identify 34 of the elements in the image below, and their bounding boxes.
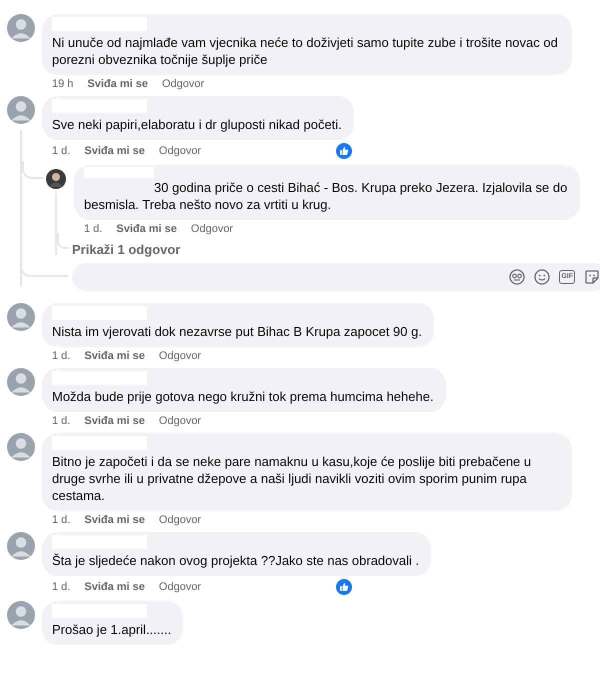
avatar-sticker-icon[interactable]: [509, 269, 526, 285]
comment-time[interactable]: 1 d.: [52, 350, 70, 362]
comment-time[interactable]: 1 d.: [52, 514, 70, 526]
comment-text: Bitno je započeti i da se neke pare namaknu u kasu,koje će poslije biti prebačene u druge svrhe ili u privatne džepove a naši ljudi navikli voziti ovim sporim punim rupa cestama.: [52, 453, 532, 504]
comment-text: Ni unuče od najmlađe vam vjecnika neće to doživjeti samo tupite zube i trošite novac od porezni obveznika točnije šuplje priče: [52, 34, 559, 68]
reply-link[interactable]: Odgovor: [190, 223, 234, 235]
like-link[interactable]: Sviđa mi se: [84, 415, 145, 427]
comment-time[interactable]: 1 d.: [52, 415, 70, 427]
comment-text: Šta je sljedeće nakon ovog projekta ??Jako ste nas obradovali .: [52, 552, 420, 569]
reply-link[interactable]: Odgovor: [158, 145, 202, 157]
like-link[interactable]: Sviđa mi se: [84, 514, 145, 526]
avatar[interactable]: [46, 169, 66, 189]
comment-time[interactable]: 1 d.: [52, 145, 70, 157]
comment-time[interactable]: 1 d.: [52, 581, 70, 593]
sticker-icon[interactable]: [584, 269, 600, 285]
like-link[interactable]: Sviđa mi se: [84, 581, 145, 593]
show-replies-link[interactable]: Prikaži 1 odgovor: [72, 242, 180, 257]
comment-time[interactable]: 19 h: [52, 78, 74, 90]
comment-text: Možda bude prije gotova nego kružni tok prema humcima hehehe.: [52, 388, 434, 405]
reply-link[interactable]: Odgovor: [162, 78, 204, 90]
like-link[interactable]: Sviđa mi se: [84, 145, 145, 157]
reply-link[interactable]: Odgovor: [158, 581, 202, 593]
reply-link[interactable]: Odgovor: [158, 514, 202, 526]
comment-text: 30 godina priče o cesti Bihać - Bos. Krupa preko Jezera. Izjalovila se do besmisla. Treba nešto novo za vrtiti u krug.: [84, 179, 568, 213]
comment-text: Sve neki papiri,elaboratu i dr gluposti nikad početi.: [52, 116, 342, 133]
smiley-icon[interactable]: [534, 269, 550, 285]
comment-text: Nista im vjerovati dok nezavrse put Bihac B Krupa zapocet 90 g.: [52, 323, 422, 340]
comment-text: Prošao je 1.april.......: [52, 621, 172, 638]
like-link[interactable]: Sviđa mi se: [116, 223, 177, 235]
like-link[interactable]: Sviđa mi se: [84, 350, 145, 362]
like-link[interactable]: Sviđa mi se: [87, 78, 148, 90]
reply-link[interactable]: Odgovor: [158, 415, 202, 427]
reply-link[interactable]: Odgovor: [158, 350, 202, 362]
comment-time[interactable]: 1 d.: [84, 223, 102, 235]
